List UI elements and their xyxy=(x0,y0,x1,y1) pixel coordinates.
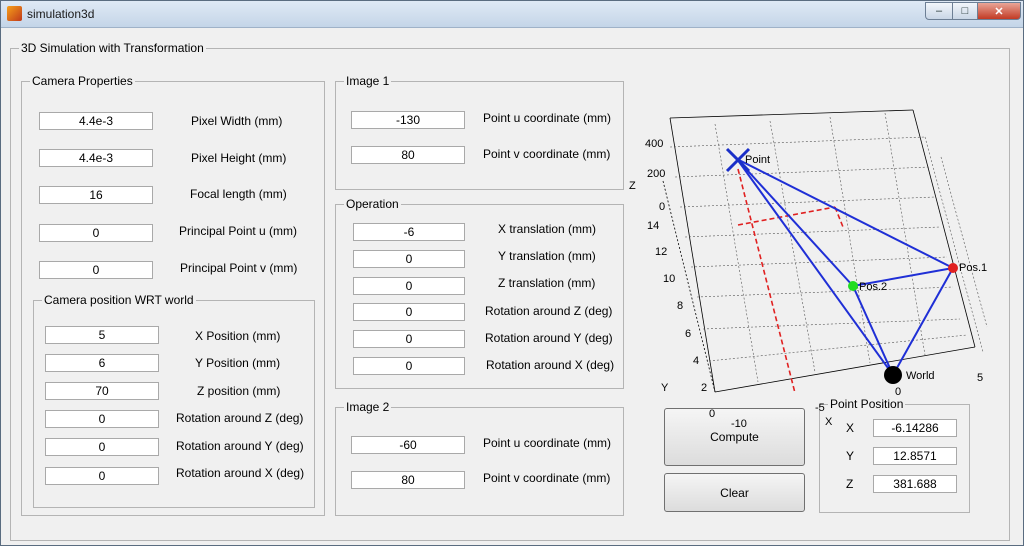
operation-rotation-z-input[interactable] xyxy=(353,303,465,321)
z-tick-0: 0 xyxy=(659,201,665,213)
camera-rotation-y-label: Rotation around Y (deg) xyxy=(176,439,304,453)
projection-lines xyxy=(737,168,844,394)
pixel-width-input[interactable] xyxy=(39,112,153,130)
y-tick-2: 2 xyxy=(701,382,707,394)
pixel-width-label: Pixel Width (mm) xyxy=(191,114,283,128)
app-window: simulation3d – □ ✕ 3D Simulation with Tr… xyxy=(0,0,1024,546)
pos2-marker xyxy=(848,281,858,291)
camera-rotation-y-input[interactable] xyxy=(45,438,159,456)
maximize-button[interactable]: □ xyxy=(952,2,978,20)
y-position-label: Y Position (mm) xyxy=(195,356,281,370)
camera-rotation-x-label: Rotation around X (deg) xyxy=(176,466,305,480)
y-tick-8: 8 xyxy=(677,300,683,312)
world-label: World xyxy=(906,370,935,382)
x-translation-label: X translation (mm) xyxy=(498,222,597,236)
client-area: 3D Simulation with Transformation Camera… xyxy=(5,29,1019,543)
close-icon: ✕ xyxy=(994,5,1004,18)
y-tick-12: 12 xyxy=(655,246,667,258)
point-z-value: 381.688 xyxy=(873,475,957,493)
operation-rotation-z-label: Rotation around Z (deg) xyxy=(485,304,613,318)
x-tick-minus5: -5 xyxy=(815,402,825,414)
maximize-icon: □ xyxy=(961,5,969,17)
x-tick-minus10: -10 xyxy=(731,418,747,430)
image2-title: Image 2 xyxy=(346,400,390,414)
focal-length-input[interactable] xyxy=(39,186,153,204)
operation-rotation-y-label: Rotation around Y (deg) xyxy=(485,331,613,345)
minimize-button[interactable]: – xyxy=(925,2,953,20)
operation-title: Operation xyxy=(346,197,399,211)
close-button[interactable]: ✕ xyxy=(977,2,1021,20)
image2-v-input[interactable] xyxy=(351,471,465,489)
image2-u-input[interactable] xyxy=(351,436,465,454)
x-translation-input[interactable] xyxy=(353,223,465,241)
x-axis-label: X xyxy=(825,416,833,428)
y-position-input[interactable] xyxy=(45,354,159,372)
y-tick-6: 6 xyxy=(685,328,691,340)
pixel-height-label: Pixel Height (mm) xyxy=(191,151,287,165)
x-tick-0: 0 xyxy=(895,386,901,398)
operation-rotation-x-input[interactable] xyxy=(353,357,465,375)
image2-v-label: Point v coordinate (mm) xyxy=(483,471,611,485)
x-position-label: X Position (mm) xyxy=(195,329,281,343)
pos1-marker xyxy=(948,263,958,273)
point-z-label: Z xyxy=(846,477,854,491)
principal-point-u-input[interactable] xyxy=(39,224,153,242)
image2-panel: Image 2 xyxy=(335,400,624,516)
image1-panel: Image 1 xyxy=(335,74,624,190)
principal-point-u-label: Principal Point u (mm) xyxy=(179,224,298,238)
z-tick-400: 400 xyxy=(645,138,663,150)
point-label: Point xyxy=(745,154,770,166)
rays xyxy=(736,158,954,376)
z-tick-200: 200 xyxy=(647,168,665,180)
z-translation-input[interactable] xyxy=(353,277,465,295)
minimize-icon: – xyxy=(935,5,943,17)
y-translation-label: Y translation (mm) xyxy=(498,249,596,263)
clear-button[interactable]: Clear xyxy=(664,473,805,512)
x-position-input[interactable] xyxy=(45,326,159,344)
camera-position-title: Camera position WRT world xyxy=(44,293,194,307)
plot-box xyxy=(662,109,976,393)
3d-plot[interactable]: Point Pos.1 Pos.2 World 400 200 0 Z 14 1… xyxy=(625,97,995,437)
z-position-label: Z position (mm) xyxy=(197,384,281,398)
y-tick-0: 0 xyxy=(709,408,715,420)
matlab-icon xyxy=(7,6,22,21)
x-tick-5: 5 xyxy=(977,372,983,384)
y-axis-label: Y xyxy=(661,382,669,394)
operation-rotation-y-input[interactable] xyxy=(353,330,465,348)
image1-v-input[interactable] xyxy=(351,146,465,164)
y-tick-14: 14 xyxy=(647,220,659,232)
principal-point-v-input[interactable] xyxy=(39,261,153,279)
y-tick-4: 4 xyxy=(693,355,699,367)
point-y-value: 12.8571 xyxy=(873,447,957,465)
y-tick-10: 10 xyxy=(663,273,675,285)
z-axis-label: Z xyxy=(629,180,636,192)
z-position-input[interactable] xyxy=(45,382,159,400)
main-panel-title: 3D Simulation with Transformation xyxy=(21,41,204,55)
image1-title: Image 1 xyxy=(346,74,390,88)
image2-u-label: Point u coordinate (mm) xyxy=(483,436,612,450)
z-translation-label: Z translation (mm) xyxy=(498,276,596,290)
pos1-label: Pos.1 xyxy=(959,262,987,274)
plot-grid xyxy=(669,112,988,383)
point-y-label: Y xyxy=(846,449,855,463)
operation-rotation-x-label: Rotation around X (deg) xyxy=(486,358,615,372)
window-title: simulation3d xyxy=(27,7,95,21)
image1-u-input[interactable] xyxy=(351,111,465,129)
focal-length-label: Focal length (mm) xyxy=(190,187,287,201)
y-translation-input[interactable] xyxy=(353,250,465,268)
world-marker xyxy=(884,366,902,384)
pixel-height-input[interactable] xyxy=(39,149,153,167)
image1-v-label: Point v coordinate (mm) xyxy=(483,147,611,161)
camera-rotation-x-input[interactable] xyxy=(45,467,159,485)
title-bar: simulation3d – □ ✕ xyxy=(1,1,1023,28)
camera-rotation-z-label: Rotation around Z (deg) xyxy=(176,411,304,425)
principal-point-v-label: Principal Point v (mm) xyxy=(180,261,298,275)
pos2-label: Pos.2 xyxy=(859,281,887,293)
image1-u-label: Point u coordinate (mm) xyxy=(483,111,612,125)
camera-properties-title: Camera Properties xyxy=(32,74,133,88)
camera-rotation-z-input[interactable] xyxy=(45,410,159,428)
